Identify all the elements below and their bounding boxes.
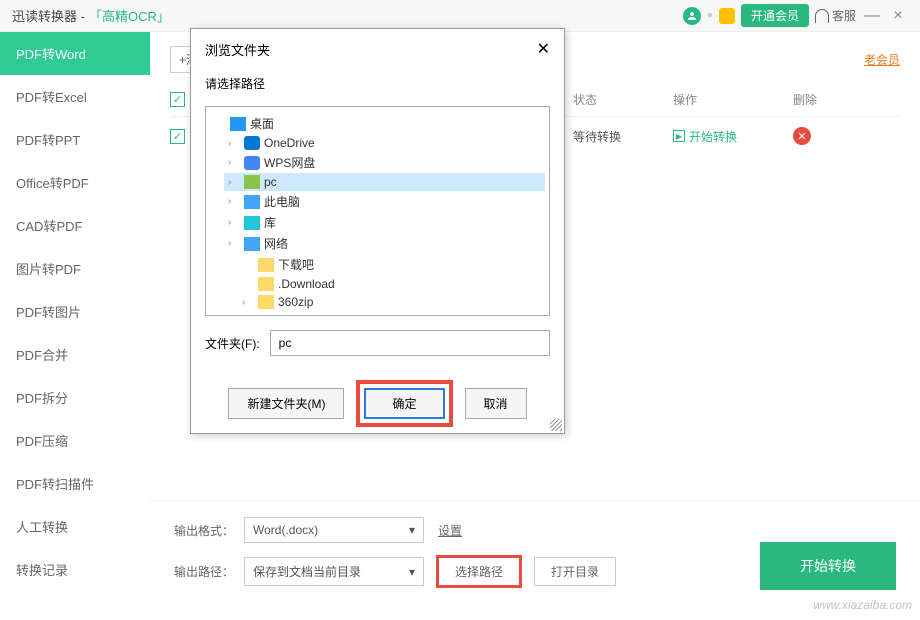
tree-arrow: › <box>228 217 240 228</box>
vip-badge-icon <box>719 8 735 24</box>
dialog-prompt: 请选择路径 <box>205 75 550 92</box>
service-button[interactable]: 客服 <box>815 7 856 24</box>
desktop-icon <box>230 117 246 131</box>
sidebar-item-img-pdf[interactable]: 图片转PDF <box>0 247 150 290</box>
sidebar-item-pdf-ppt[interactable]: PDF转PPT <box>0 118 150 161</box>
minimize-button[interactable]: — <box>862 7 882 25</box>
chevron-down-icon: ▾ <box>409 565 415 579</box>
path-label: 输出路径： <box>174 563 244 580</box>
sidebar-item-pdf-merge[interactable]: PDF合并 <box>0 333 150 376</box>
sidebar-item-pdf-word[interactable]: PDF转Word <box>0 32 150 75</box>
tree-arrow: › <box>242 297 254 308</box>
app-title: 迅读转换器 - 「高精OCR」 <box>12 6 170 25</box>
row-status: 等待转换 <box>573 128 673 145</box>
sidebar-item-manual[interactable]: 人工转换 <box>0 505 150 548</box>
resize-grip-icon[interactable] <box>550 419 562 431</box>
close-button[interactable]: × <box>888 7 908 25</box>
play-icon: ▶ <box>673 130 685 142</box>
avatar-icon[interactable] <box>683 7 701 25</box>
tree-item-onedrive[interactable]: ›OneDrive <box>224 134 545 152</box>
sidebar-item-history[interactable]: 转换记录 <box>0 548 150 591</box>
folder-tree[interactable]: 桌面 ›OneDrive ›WPS网盘 ›pc ›此电脑 ›库 ›网络 下载吧 … <box>205 106 550 316</box>
settings-link[interactable]: 设置 <box>438 522 462 539</box>
sidebar: PDF转Word PDF转Excel PDF转PPT Office转PDF CA… <box>0 32 150 562</box>
sidebar-item-pdf-img[interactable]: PDF转图片 <box>0 290 150 333</box>
start-convert-button[interactable]: ▶ 开始转换 <box>673 128 793 145</box>
sidebar-item-office-pdf[interactable]: Office转PDF <box>0 161 150 204</box>
tree-arrow: › <box>228 157 240 168</box>
delete-icon: ✕ <box>793 127 811 145</box>
old-member-link[interactable]: 老会员 <box>864 51 900 68</box>
dialog-close-button[interactable]: ✕ <box>537 39 550 59</box>
folder-input[interactable] <box>270 330 550 356</box>
sidebar-item-pdf-excel[interactable]: PDF转Excel <box>0 75 150 118</box>
computer-icon <box>244 195 260 209</box>
library-icon <box>244 216 260 230</box>
folder-field-label: 文件夹(F): <box>205 335 260 352</box>
path-value: 保存到文档当前目录 <box>253 563 361 580</box>
open-dir-button[interactable]: 打开目录 <box>534 557 616 586</box>
folder-icon <box>258 258 274 272</box>
tree-item-pc[interactable]: ›pc <box>224 173 545 191</box>
cancel-button[interactable]: 取消 <box>465 388 527 419</box>
ok-button[interactable]: 确定 <box>364 388 444 419</box>
row-checkbox[interactable]: ✓ <box>170 129 185 144</box>
tree-item-network[interactable]: ›网络 <box>224 233 545 254</box>
service-label: 客服 <box>832 7 856 24</box>
folder-icon <box>258 295 274 309</box>
tree-item-folder[interactable]: 下载吧 <box>238 254 545 275</box>
separator-dot: ● <box>707 10 713 21</box>
header-delete: 删除 <box>793 91 853 108</box>
convert-button[interactable]: 开始转换 <box>760 542 896 590</box>
tree-item-wps[interactable]: ›WPS网盘 <box>224 152 545 173</box>
sidebar-item-pdf-compress[interactable]: PDF压缩 <box>0 419 150 462</box>
tree-arrow: › <box>228 138 240 149</box>
headphone-icon <box>815 9 829 23</box>
tree-arrow: › <box>228 177 240 188</box>
bottom-bar: 输出格式： Word(.docx) ▾ 设置 输出路径： 保存到文档当前目录 ▾… <box>150 500 920 620</box>
header-action: 操作 <box>673 91 793 108</box>
watermark: www.xiazaiba.com <box>813 598 912 612</box>
tree-item-desktop[interactable]: 桌面 <box>210 113 545 134</box>
onedrive-icon <box>244 136 260 150</box>
vip-button[interactable]: 开通会员 <box>741 4 809 27</box>
format-select[interactable]: Word(.docx) ▾ <box>244 517 424 543</box>
app-name: 迅读转换器 - <box>12 6 85 25</box>
format-value: Word(.docx) <box>253 523 318 537</box>
tree-item-lib[interactable]: ›库 <box>224 212 545 233</box>
sidebar-item-cad-pdf[interactable]: CAD转PDF <box>0 204 150 247</box>
tree-item-folder[interactable]: .Download <box>238 275 545 293</box>
format-label: 输出格式： <box>174 522 244 539</box>
folder-icon <box>258 277 274 291</box>
row-delete[interactable]: ✕ <box>793 127 853 145</box>
tree-arrow: › <box>228 238 240 249</box>
new-folder-button[interactable]: 新建文件夹(M) <box>228 388 344 419</box>
browse-folder-dialog: 浏览文件夹 ✕ 请选择路径 桌面 ›OneDrive ›WPS网盘 ›pc ›此… <box>190 28 565 434</box>
select-path-button[interactable]: 选择路径 <box>438 557 520 586</box>
path-select[interactable]: 保存到文档当前目录 ▾ <box>244 557 424 586</box>
ocr-label: 「高精OCR」 <box>89 6 170 25</box>
select-all-checkbox[interactable]: ✓ <box>170 92 185 107</box>
tree-item-folder[interactable]: ›360zip <box>238 293 545 311</box>
tree-arrow: › <box>228 196 240 207</box>
chevron-down-icon: ▾ <box>409 523 415 537</box>
tree-item-thispc[interactable]: ›此电脑 <box>224 191 545 212</box>
sidebar-item-pdf-split[interactable]: PDF拆分 <box>0 376 150 419</box>
dialog-title: 浏览文件夹 <box>205 40 270 59</box>
wps-icon <box>244 156 260 170</box>
user-icon <box>244 175 260 189</box>
sidebar-item-pdf-scan[interactable]: PDF转扫描件 <box>0 462 150 505</box>
start-label: 开始转换 <box>689 128 737 145</box>
header-status: 状态 <box>573 91 673 108</box>
network-icon <box>244 237 260 251</box>
